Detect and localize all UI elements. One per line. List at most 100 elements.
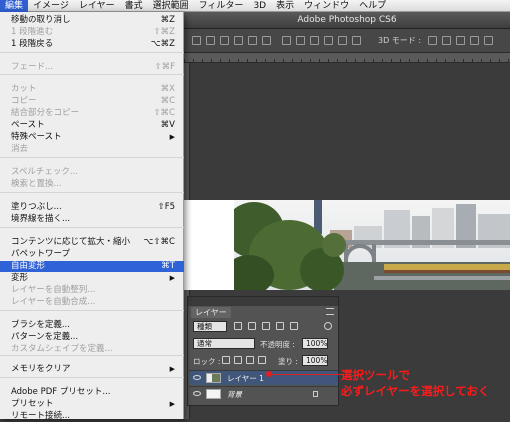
panel-menu-icon[interactable] [326, 308, 334, 315]
opacity-label: 不透明度 : [260, 340, 295, 349]
menu-item[interactable]: レイヤーを自動合成... [0, 297, 184, 308]
annotation-text: 選択ツールで 必ずレイヤーを選択しておく [341, 367, 489, 399]
filter-pixel-icon[interactable] [234, 322, 242, 330]
menu-3d[interactable]: 3D [248, 0, 271, 12]
menu-view[interactable]: 表示 [271, 0, 299, 12]
menu-item[interactable]: レイヤーを自動整列... [0, 285, 184, 296]
menu-item[interactable]: 特殊ペースト ▶ [0, 132, 184, 143]
layer-name: 背景 [227, 390, 242, 399]
roll-3d-icon[interactable] [442, 36, 451, 45]
menu-item[interactable]: スペルチェック... [0, 167, 184, 178]
menu-select[interactable]: 選択範囲 [148, 0, 194, 12]
menu-item[interactable]: 結合部分をコピー ⇧⌘C [0, 108, 184, 119]
canvas-transparent-area[interactable] [184, 200, 236, 290]
align-left-icon[interactable] [234, 36, 243, 45]
menu-item-shortcut: ⌘C [160, 96, 175, 106]
filter-shape-icon[interactable] [276, 322, 284, 330]
blend-mode-select[interactable]: 通常 [193, 338, 255, 349]
filter-adjustment-icon[interactable] [248, 322, 256, 330]
menu-item[interactable]: ブラシを定義... [0, 320, 184, 331]
menu-item-shortcut: ⌘V [160, 120, 175, 130]
submenu-arrow-icon: ▶ [169, 133, 175, 141]
lock-row: ロック : 塗り : 100% [188, 355, 338, 367]
menu-item[interactable]: パペットワープ [0, 249, 184, 260]
opacity-field[interactable]: 100% [302, 338, 328, 349]
menu-item[interactable]: Adobe PDF プリセット... [0, 387, 184, 398]
eye-icon[interactable] [193, 375, 201, 380]
fill-field[interactable]: 100% [302, 355, 328, 366]
eye-icon[interactable] [193, 391, 201, 396]
menu-item[interactable]: カット ⌘X [0, 84, 184, 95]
distribute-bottom-icon[interactable] [310, 36, 319, 45]
align-center-icon[interactable] [248, 36, 257, 45]
menu-separator [0, 355, 184, 356]
menu-item[interactable]: 変形 ▶ [0, 273, 184, 284]
filter-toggle-icon[interactable] [324, 322, 332, 330]
filter-type-icon[interactable] [262, 322, 270, 330]
menu-image[interactable]: イメージ [28, 0, 74, 12]
menu-item-shortcut: ⇧⌘F [154, 62, 175, 72]
scale-3d-icon[interactable] [484, 36, 493, 45]
menu-item-shortcut: ⌘Z [160, 15, 175, 25]
menu-item[interactable]: パターンを定義... [0, 332, 184, 343]
distribute-center-icon[interactable] [338, 36, 347, 45]
menu-item[interactable]: 1 段階戻る ⌥⌘Z [0, 39, 184, 50]
distribute-middle-icon[interactable] [296, 36, 305, 45]
distribute-top-icon[interactable] [282, 36, 291, 45]
blend-row: 通常 不透明度 : 100% [188, 338, 338, 350]
menu-item-label: プリセット [11, 399, 54, 409]
menu-separator [0, 310, 184, 311]
layer-filter-select[interactable]: 種類 [193, 321, 227, 332]
menu-item[interactable]: カスタムシェイプを定義... [0, 344, 184, 355]
menu-item[interactable]: コンテンツに応じて拡大・縮小 ⌥⇧⌘C [0, 237, 184, 248]
align-middle-icon[interactable] [206, 36, 215, 45]
menu-item-label: 1 段階戻る [11, 39, 54, 49]
filter-smart-object-icon[interactable] [290, 322, 298, 330]
menu-item[interactable]: メモリをクリア ▶ [0, 364, 184, 375]
lock-image-icon[interactable] [234, 356, 242, 364]
menu-item[interactable]: コピー ⌘C [0, 96, 184, 107]
menu-item[interactable]: 自由変形 ⌘T [0, 261, 184, 272]
horizontal-ruler [184, 53, 510, 63]
menu-window[interactable]: ウィンドウ [299, 0, 354, 12]
menu-item[interactable]: 消去 [0, 144, 184, 155]
distribute-left-icon[interactable] [324, 36, 333, 45]
align-bottom-icon[interactable] [220, 36, 229, 45]
menu-item[interactable]: リモート接続... [0, 411, 184, 422]
fill-label: 塗り : [278, 357, 298, 366]
menu-item[interactable]: 移動の取り消し ⌘Z [0, 15, 184, 26]
layers-tab[interactable]: レイヤー [191, 307, 231, 318]
align-top-icon[interactable] [192, 36, 201, 45]
pan-3d-icon[interactable] [456, 36, 465, 45]
lock-all-icon[interactable] [258, 356, 266, 364]
lock-transparent-icon[interactable] [222, 356, 230, 364]
lock-position-icon[interactable] [246, 356, 254, 364]
menu-edit[interactable]: 編集 [0, 0, 29, 12]
layer-row-background[interactable]: 背景 [189, 386, 338, 401]
menu-item[interactable]: ペースト ⌘V [0, 120, 184, 131]
menu-type[interactable]: 書式 [120, 0, 148, 12]
menu-item[interactable]: 1 段階進む ⇧⌘Z [0, 27, 184, 38]
menu-item[interactable]: プリセット ▶ [0, 399, 184, 410]
menu-item-shortcut: ⇧⌘C [153, 108, 175, 118]
menu-item[interactable]: 境界線を描く... [0, 214, 184, 225]
menu-item-label: 塗りつぶし... [11, 202, 62, 212]
panel-header[interactable] [188, 297, 338, 306]
orbit-3d-icon[interactable] [428, 36, 437, 45]
distribute-right-icon[interactable] [352, 36, 361, 45]
layer-row-layer1[interactable]: レイヤー 1 [189, 370, 338, 385]
menu-item[interactable]: フェード... ⇧⌘F [0, 62, 184, 73]
menu-item[interactable]: 検索と置換... [0, 179, 184, 190]
layer-thumbnail [206, 373, 221, 383]
lock-icon [313, 391, 318, 397]
options-bar: 3D モード : [184, 29, 510, 53]
menu-help[interactable]: ヘルプ [354, 0, 391, 12]
menu-filter[interactable]: フィルター [194, 0, 249, 12]
menu-layer[interactable]: レイヤー [74, 0, 120, 12]
slide-3d-icon[interactable] [470, 36, 479, 45]
menu-item[interactable]: 塗りつぶし... ⇧F5 [0, 202, 184, 213]
menu-item-label: リモート接続... [11, 411, 71, 421]
align-right-icon[interactable] [262, 36, 271, 45]
menu-item-shortcut: ⇧⌘Z [153, 27, 175, 37]
canvas-photo[interactable] [234, 200, 510, 290]
